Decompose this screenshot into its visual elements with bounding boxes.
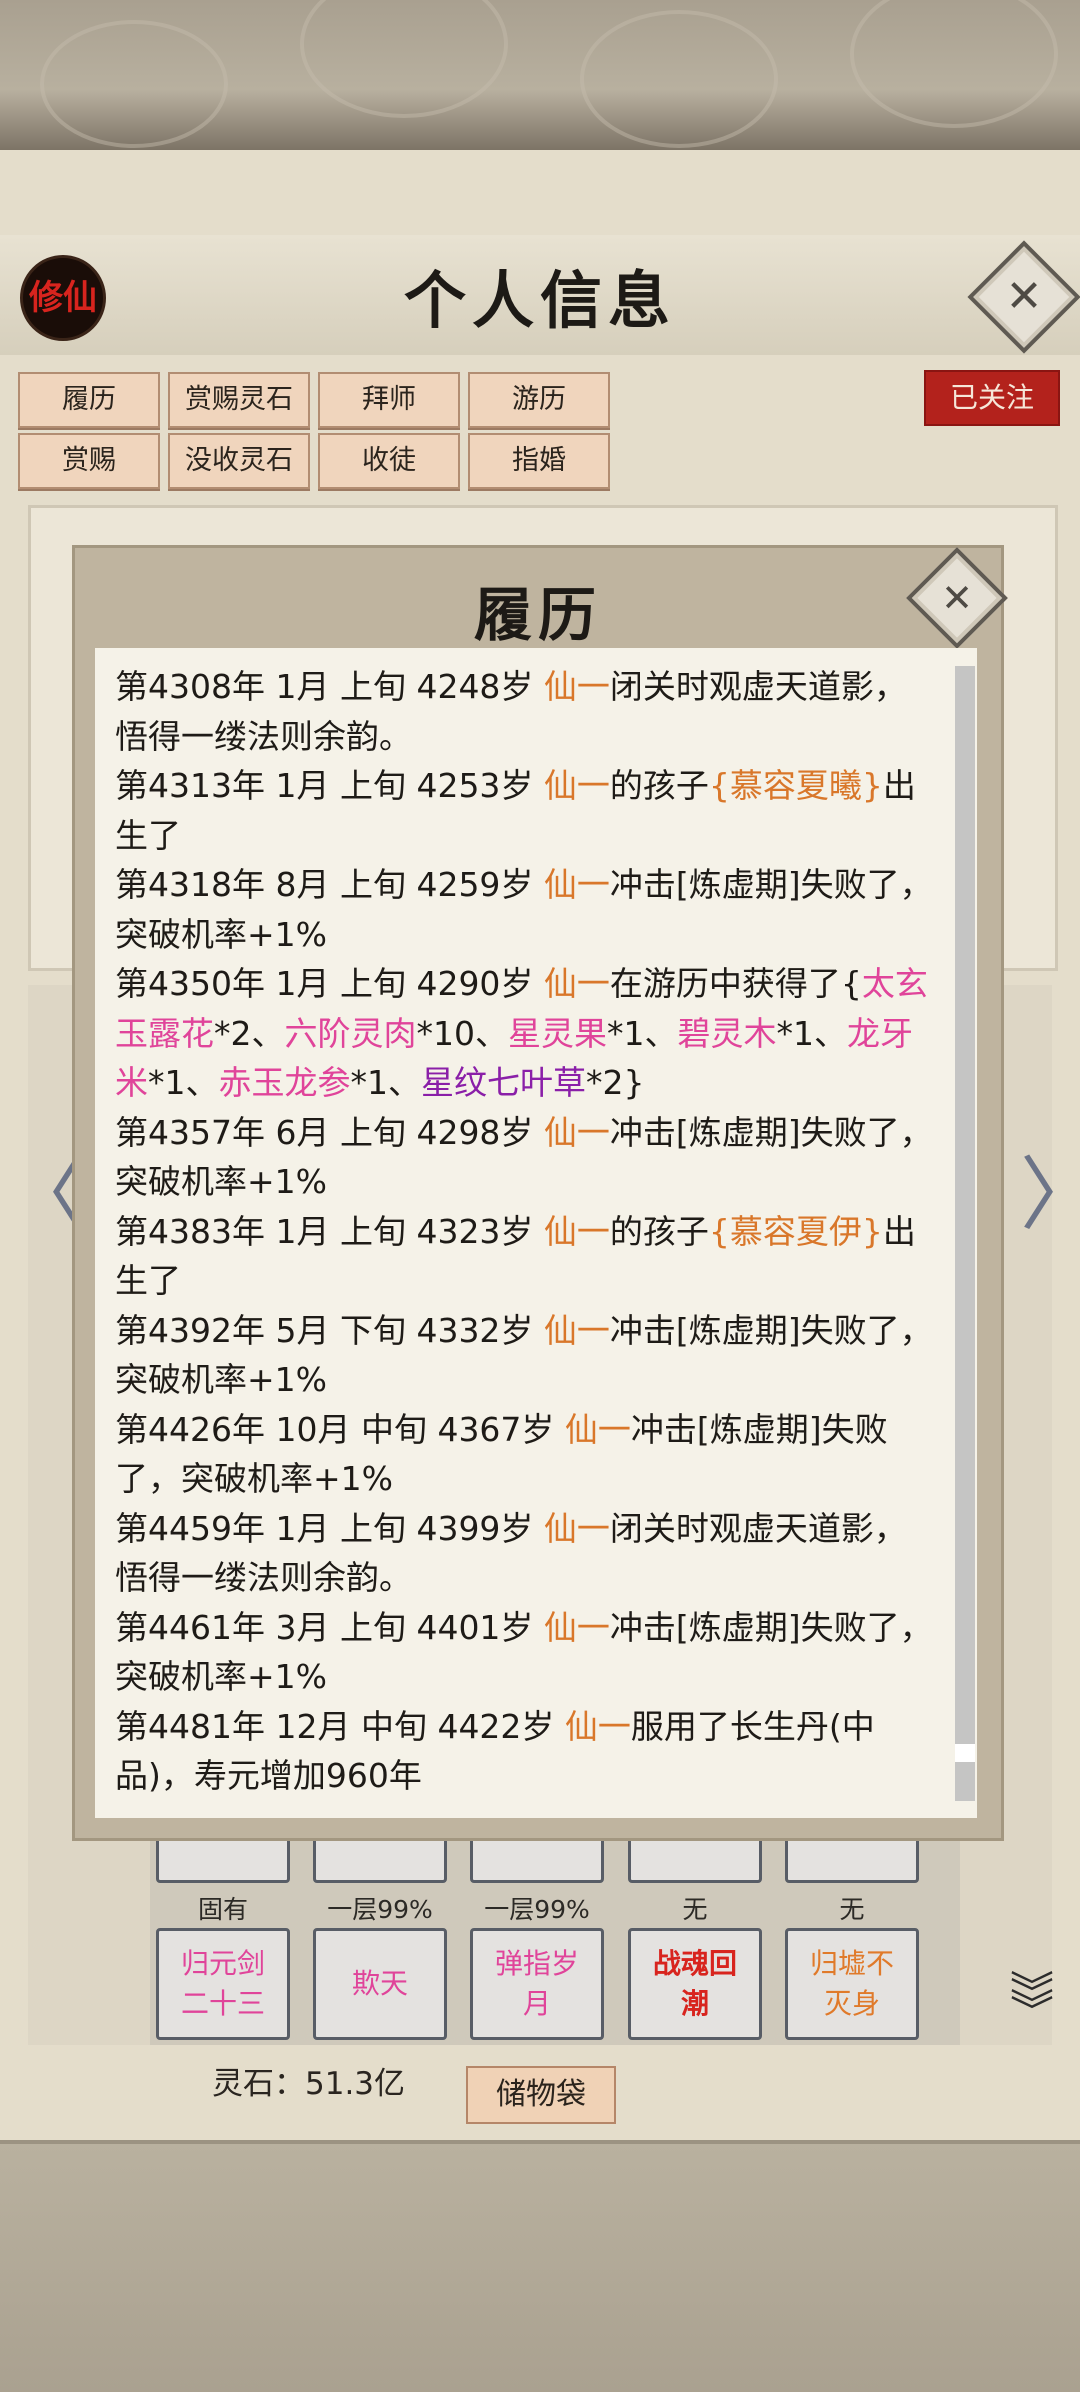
highlight-text: 仙一 [543, 1508, 610, 1548]
entry-text: *2} [586, 1063, 645, 1102]
close-icon: ✕ [941, 576, 973, 620]
entry-text: *1、 [776, 1013, 848, 1053]
entry-text: 第4357年 6月 上旬 4298岁 [115, 1112, 544, 1152]
tab-reward-stones[interactable]: 赏赐灵石 [168, 372, 310, 428]
highlight-text: 仙一 [543, 1211, 610, 1251]
wave-pattern [300, 0, 508, 118]
history-entries: 第4308年 1月 上旬 4248岁 仙一闭关时观虚天道影，悟得一缕法则余韵。第… [95, 648, 977, 1801]
wave-pattern [580, 10, 778, 148]
history-entry: 第4426年 10月 中旬 4367岁 仙一冲击[炼虚期]失败了，突破机率+1% [115, 1405, 933, 1504]
skill-qitian[interactable]: 欺天 [313, 1928, 447, 2040]
history-entry: 第4461年 3月 上旬 4401岁 仙一冲击[炼虚期]失败了，突破机率+1% [115, 1603, 933, 1702]
history-entry: 第4313年 1月 上旬 4253岁 仙一的孩子{慕容夏曦}出生了 [115, 761, 933, 860]
skill-level-label: 固有 [197, 1895, 248, 1924]
entry-text: 第4461年 3月 上旬 4401岁 [115, 1607, 544, 1647]
history-modal: 履历 ✕ 第4308年 1月 上旬 4248岁 仙一闭关时观虚天道影，悟得一缕法… [72, 545, 1008, 1841]
wave-pattern [850, 0, 1058, 128]
follow-button[interactable]: 已关注 [924, 370, 1060, 426]
skill-level-label: 无 [682, 1895, 708, 1924]
skill-tanzhi-suiyue[interactable]: 弹指岁月 [470, 1928, 604, 2040]
wave-pattern [40, 20, 228, 148]
storage-bag-button[interactable]: 储物袋 [466, 2066, 616, 2124]
history-entry: 第4392年 5月 下旬 4332岁 仙一冲击[炼虚期]失败了，突破机率+1% [115, 1306, 933, 1405]
entry-text: 的孩子 [609, 766, 709, 805]
history-entry: 第4383年 1月 上旬 4323岁 仙一的孩子{慕容夏伊}出生了 [115, 1207, 933, 1306]
close-icon: ✕ [1005, 271, 1043, 322]
history-log[interactable]: 第4308年 1月 上旬 4248岁 仙一闭关时观虚天道影，悟得一缕法则余韵。第… [95, 648, 977, 1818]
highlight-text: 仙一 [543, 1310, 610, 1350]
history-entry: 第4318年 8月 上旬 4259岁 仙一冲击[炼虚期]失败了，突破机率+1% [115, 860, 933, 959]
history-entry: 第4459年 1月 上旬 4399岁 仙一闭关时观虚天道影，悟得一缕法则余韵。 [115, 1504, 933, 1603]
spirit-stone-count: 灵石：51.3亿 [212, 2066, 406, 2102]
tab-confiscate-stones[interactable]: 没收灵石 [168, 433, 310, 489]
entry-text: 第4426年 10月 中旬 4367岁 [115, 1409, 565, 1449]
highlight-text: 赤玉龙参 [218, 1063, 351, 1102]
highlight-text: 星灵果 [508, 1013, 607, 1053]
entry-text: *1、 [350, 1063, 422, 1102]
highlight-text: 仙一 [543, 865, 610, 904]
entry-text: 第4392年 5月 下旬 4332岁 [115, 1310, 544, 1350]
entry-text: 第4383年 1月 上旬 4323岁 [115, 1211, 544, 1251]
entry-text: *1、 [148, 1063, 219, 1102]
page-title: 个人信息 [403, 264, 676, 337]
entry-text: 第4318年 8月 上旬 4259岁 [115, 865, 544, 904]
entry-text: *2、 [214, 1013, 285, 1053]
history-entry: 第4350年 1月 上旬 4290岁 仙一在游历中获得了{太玄玉露花*2、六阶灵… [115, 959, 933, 1108]
entry-text: *10、 [416, 1013, 509, 1053]
tab-history[interactable]: 履历 [18, 372, 160, 428]
bottom-decor-band [0, 2140, 1080, 2392]
highlight-text: {慕容夏曦} [708, 766, 883, 805]
skill-level-label: 一层99% [484, 1895, 590, 1924]
highlight-text: 仙一 [564, 1409, 631, 1449]
highlight-text: 仙一 [543, 1112, 610, 1152]
highlight-text: 仙一 [543, 667, 610, 706]
skill-level-label: 一层99% [327, 1895, 433, 1924]
history-entry: 第4308年 1月 上旬 4248岁 仙一闭关时观虚天道影，悟得一缕法则余韵。 [115, 662, 933, 761]
entry-text: *1、 [607, 1013, 678, 1053]
highlight-text: 仙一 [543, 766, 610, 805]
tab-travel[interactable]: 游历 [468, 372, 610, 428]
entry-text: 第4459年 1月 上旬 4399岁 [115, 1508, 544, 1548]
skill-guixu-bumieshen[interactable]: 归墟不灭身 [785, 1928, 919, 2040]
entry-text: 第4350年 1月 上旬 4290岁 [115, 964, 544, 1003]
skill-guiyuan-sword[interactable]: 归元剑二十三 [156, 1928, 290, 2040]
expand-chevrons-icon[interactable]: ︾ ︾ [1010, 1972, 1054, 2034]
tab-arrange-marriage[interactable]: 指婚 [468, 433, 610, 489]
next-arrow-icon[interactable]: 〉 [1020, 1155, 1080, 1235]
scrollbar[interactable] [955, 666, 975, 1801]
tab-take-disciple[interactable]: 收徒 [318, 433, 460, 489]
highlight-text: 仙一 [543, 1607, 610, 1647]
skill-zhanhun-huichao[interactable]: 战魂回潮 [628, 1928, 762, 2040]
skill-level-label: 无 [839, 1895, 865, 1924]
modal-title: 履历 [473, 581, 602, 649]
highlight-text: 仙一 [543, 964, 610, 1003]
highlight-text: 碧灵木 [677, 1013, 777, 1053]
highlight-text: 仙一 [564, 1706, 631, 1746]
entry-text: 的孩子 [609, 1211, 709, 1251]
highlight-text: 六阶灵肉 [284, 1013, 417, 1053]
tab-reward[interactable]: 赏赐 [18, 433, 160, 489]
tab-apprentice-to[interactable]: 拜师 [318, 372, 460, 428]
entry-text: 在游历中获得了{ [609, 964, 862, 1003]
highlight-text: 星纹七叶草 [421, 1063, 586, 1102]
history-entry: 第4357年 6月 上旬 4298岁 仙一冲击[炼虚期]失败了，突破机率+1% [115, 1108, 933, 1207]
top-decor-band [0, 0, 1080, 156]
entry-text: 第4313年 1月 上旬 4253岁 [115, 766, 544, 805]
entry-text: 第4481年 12月 中旬 4422岁 [115, 1706, 565, 1746]
entry-text: 第4308年 1月 上旬 4248岁 [115, 667, 544, 706]
history-entry: 第4481年 12月 中旬 4422岁 仙一服用了长生丹(中品)，寿元增加960… [115, 1702, 933, 1801]
scrollbar-thumb[interactable] [955, 1744, 975, 1762]
highlight-text: {慕容夏伊} [708, 1211, 883, 1251]
